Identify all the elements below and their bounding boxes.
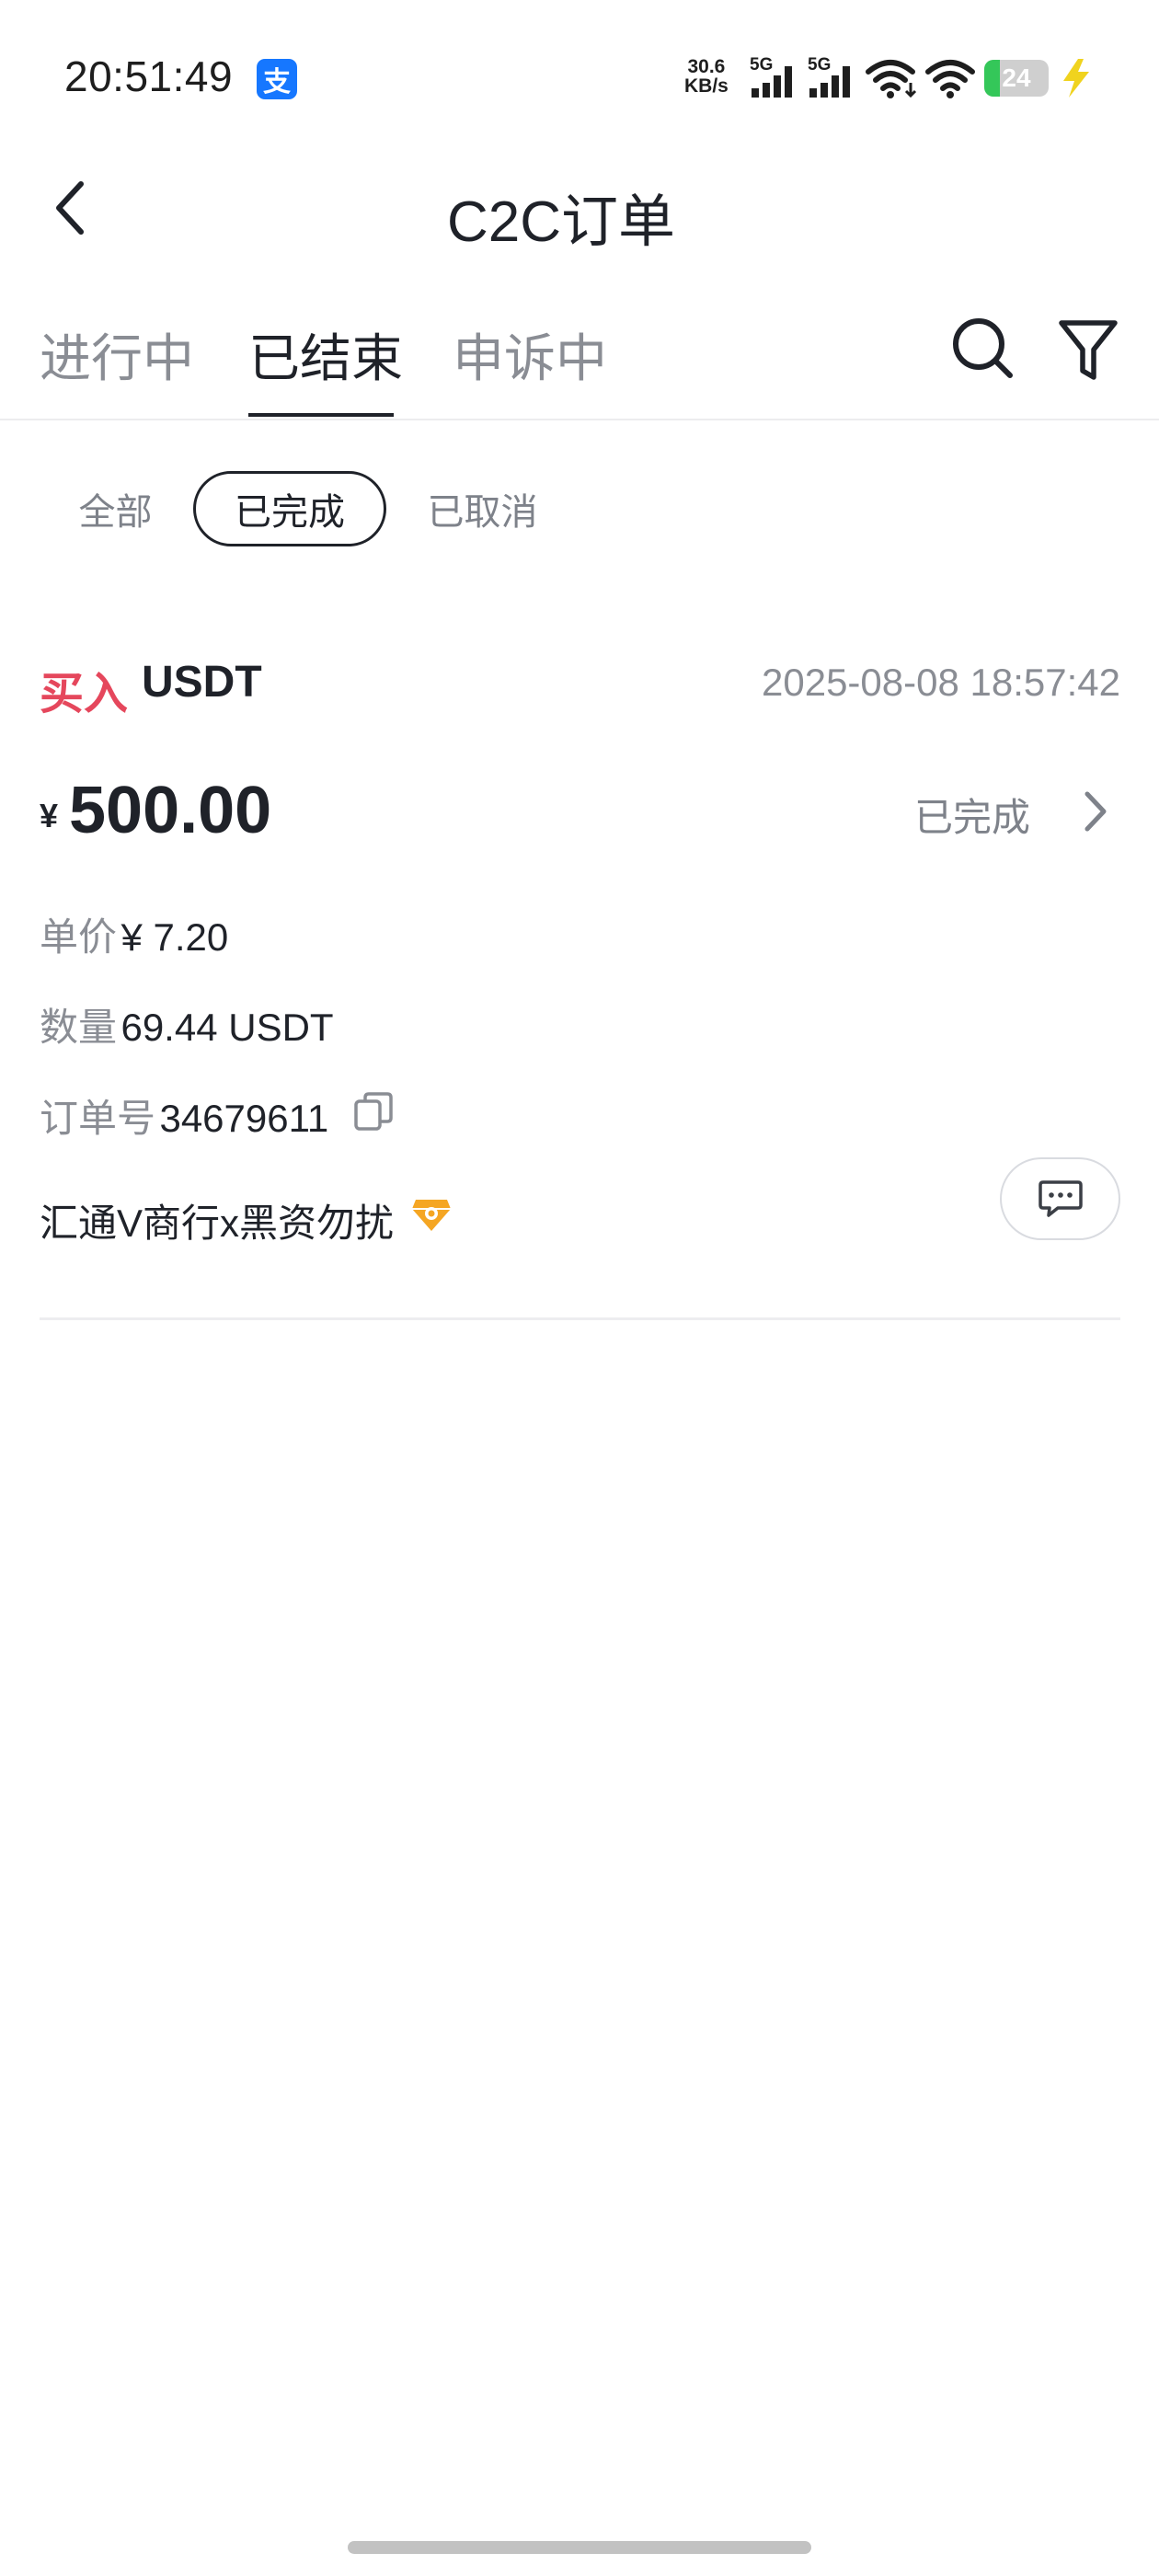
tab-in-appeal[interactable]: 申诉中	[453, 317, 607, 392]
network-speed: 30.6 KB/s	[684, 57, 729, 96]
order-number-row: 订单号 34679611	[40, 1087, 328, 1144]
order-datetime: 2025-08-08 18:57:42	[762, 661, 1120, 704]
network-speed-unit: KB/s	[684, 75, 729, 97]
merchant-name[interactable]: 汇通V商行x黑资勿扰	[40, 1192, 394, 1248]
chat-button[interactable]	[1000, 1157, 1120, 1240]
chat-bubble-icon	[1038, 1180, 1083, 1217]
order-asset: USDT	[142, 658, 262, 707]
quantity-row: 数量 69.44 USDT	[40, 996, 334, 1052]
quantity-label: 数量	[40, 1006, 118, 1049]
filter-chip-completed[interactable]: 已完成	[193, 471, 386, 546]
chevron-right-icon[interactable]	[1082, 790, 1109, 833]
cellular-signal-1: 5G	[750, 55, 800, 101]
signal-label-1: 5G	[750, 55, 774, 75]
order-number-label: 订单号	[40, 1097, 156, 1140]
verified-merchant-badge-icon	[412, 1200, 451, 1231]
filter-chip-all[interactable]: 全部	[58, 471, 173, 546]
tabs-divider	[0, 419, 1159, 420]
tab-in-progress[interactable]: 进行中	[40, 317, 194, 392]
card-divider	[40, 1317, 1120, 1320]
page-title: C2C订单	[446, 190, 676, 254]
filter-chip-cancelled[interactable]: 已取消	[416, 471, 549, 546]
price-label: 单价	[40, 915, 118, 959]
currency-symbol: ¥	[40, 797, 59, 834]
lightning-icon	[1063, 59, 1089, 98]
alipay-icon: 支	[257, 59, 297, 99]
order-number-value: 34679611	[159, 1097, 329, 1140]
order-total: 500.00	[69, 774, 272, 847]
wifi-icon	[866, 60, 917, 98]
price-value: ¥ 7.20	[120, 915, 229, 959]
filter-icon[interactable]	[1058, 318, 1119, 383]
order-side: 买入	[40, 670, 129, 719]
status-time: 20:51:49	[64, 52, 234, 100]
tab-ended[interactable]: 已结束	[248, 317, 403, 392]
signal-label-2: 5G	[808, 55, 832, 75]
price-row: 单价 ¥ 7.20	[40, 906, 228, 962]
network-speed-value: 30.6	[687, 56, 726, 77]
quantity-value: 69.44 USDT	[120, 1006, 334, 1049]
battery-level: 24	[1002, 63, 1031, 92]
order-status[interactable]: 已完成	[914, 787, 1030, 843]
active-tab-indicator	[248, 413, 394, 417]
search-icon[interactable]	[951, 316, 1016, 381]
battery-indicator: 24	[984, 60, 1049, 97]
wifi-icon-secondary	[925, 60, 975, 98]
cellular-signal-2: 5G	[808, 55, 858, 101]
copy-icon[interactable]	[352, 1090, 395, 1133]
home-indicator[interactable]	[348, 2541, 811, 2554]
